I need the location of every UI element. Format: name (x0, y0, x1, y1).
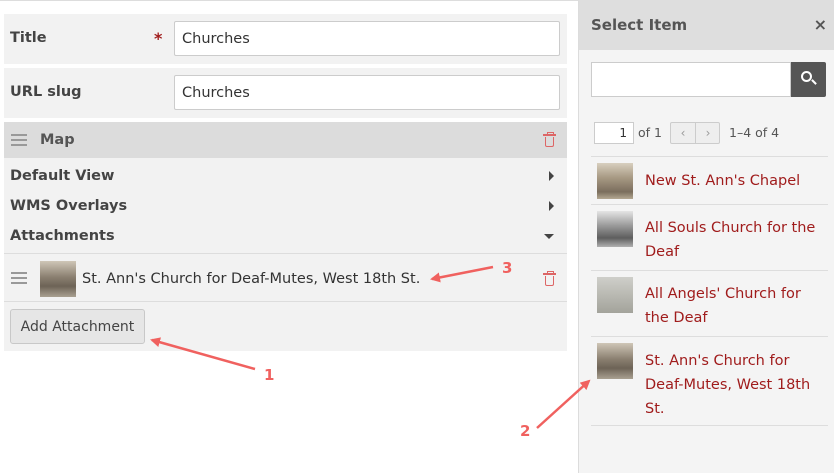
drag-handle-icon[interactable] (11, 134, 27, 146)
title-input[interactable] (174, 21, 560, 56)
content-form: Title * URL slug Map Default View WMS Ov… (0, 0, 578, 473)
page-number-input[interactable]: 1 (594, 122, 634, 144)
chevron-right-icon[interactable] (549, 201, 554, 211)
required-marker: * (154, 29, 163, 48)
wms-overlays-row[interactable]: WMS Overlays (10, 196, 127, 216)
item-label[interactable]: All Angels' Church for the Deaf (645, 282, 825, 330)
result-range: 1–4 of 4 (729, 125, 780, 140)
item-label[interactable]: St. Ann's Church for Deaf-Mutes, West 18… (645, 349, 825, 421)
trash-icon[interactable] (543, 271, 556, 286)
map-block-title: Map (40, 132, 75, 148)
annotation-number: 2 (520, 422, 531, 440)
select-item-panel: Select Item × 1 of 1 ‹ › 1–4 of 4 New St… (578, 0, 834, 473)
chevron-right-icon[interactable] (549, 171, 554, 181)
list-item[interactable]: All Souls Church for the Deaf (591, 204, 828, 270)
panel-header: Select Item × (579, 0, 834, 50)
map-block: Map Default View WMS Overlays Attachment… (4, 122, 567, 351)
item-label[interactable]: All Souls Church for the Deaf (645, 216, 825, 264)
search-input[interactable] (591, 62, 791, 97)
close-icon[interactable]: × (814, 0, 827, 50)
trash-icon[interactable] (543, 132, 556, 147)
slug-input[interactable] (174, 75, 560, 110)
slug-field-row: URL slug (4, 68, 567, 118)
divider (4, 301, 567, 302)
annotation-number: 1 (264, 366, 275, 384)
title-field-row: Title * (4, 14, 567, 64)
divider (4, 253, 567, 254)
title-label: Title (10, 30, 47, 46)
panel-title: Select Item (591, 16, 688, 34)
item-thumbnail (597, 163, 633, 199)
slug-label: URL slug (10, 84, 82, 100)
item-thumbnail (597, 277, 633, 313)
item-label[interactable]: New St. Ann's Chapel (645, 169, 825, 193)
annotation-number: 3 (502, 259, 513, 277)
drag-handle-icon[interactable] (11, 272, 27, 284)
default-view-row[interactable]: Default View (10, 166, 114, 186)
list-item[interactable]: St. Ann's Church for Deaf-Mutes, West 18… (591, 336, 828, 426)
add-attachment-button[interactable]: Add Attachment (10, 309, 145, 344)
prev-page-button[interactable]: ‹ (671, 123, 695, 143)
map-block-header: Map (4, 122, 567, 158)
list-item[interactable]: New St. Ann's Chapel (591, 156, 828, 204)
page-count: of 1 (638, 125, 662, 140)
next-page-button[interactable]: › (696, 123, 720, 143)
attachment-thumbnail (40, 261, 76, 297)
attachments-row[interactable]: Attachments (10, 226, 115, 246)
item-thumbnail (597, 343, 633, 379)
search-button[interactable] (791, 62, 826, 97)
pager: ‹ › (670, 122, 720, 144)
item-thumbnail (597, 211, 633, 247)
chevron-down-icon[interactable] (544, 234, 554, 239)
attachment-label: St. Ann's Church for Deaf-Mutes, West 18… (82, 271, 421, 287)
list-item[interactable]: All Angels' Church for the Deaf (591, 270, 828, 336)
